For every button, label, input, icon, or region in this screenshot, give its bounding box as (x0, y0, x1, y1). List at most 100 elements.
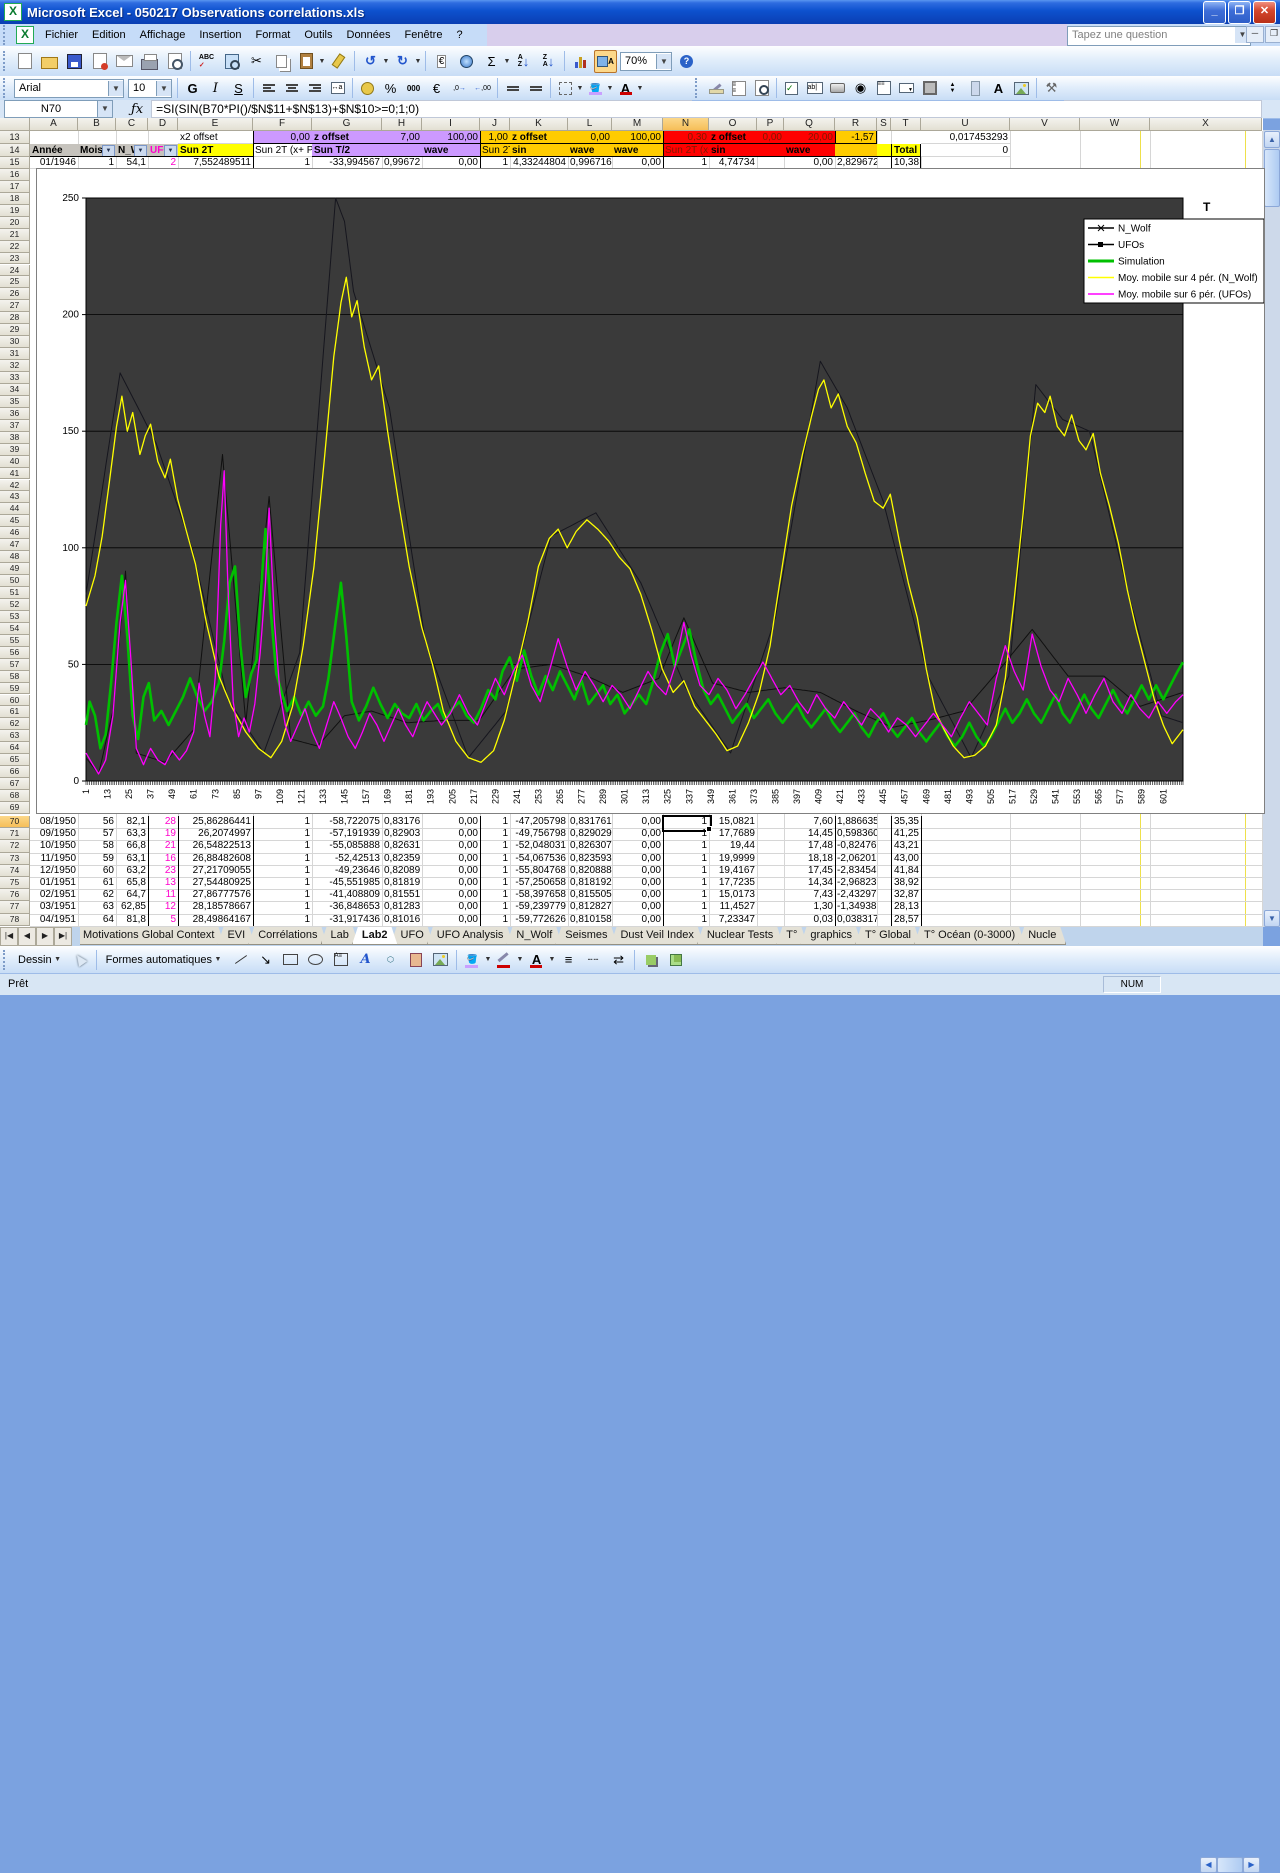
cell-D70[interactable]: 28 (148, 816, 178, 828)
borders-dropdown-icon[interactable]: ▼ (576, 85, 584, 92)
row-header-63[interactable]: 63 (0, 730, 30, 742)
cell-H76[interactable]: 0,81551 (382, 889, 422, 901)
cell-S14[interactable] (877, 144, 891, 157)
permission-icon[interactable] (88, 50, 111, 73)
formula-input[interactable]: =SI(SIN(B70*PI()/$N$11+$N$13)+$N$10>=0;1… (151, 100, 1262, 118)
sheet-tab-ufo[interactable]: UFO (391, 927, 434, 945)
cell-R70[interactable]: 1,88663501 (835, 816, 877, 828)
cell-L13[interactable]: 0,00 (568, 131, 612, 144)
row-header-58[interactable]: 58 (0, 671, 30, 683)
title-bar[interactable]: X Microsoft Excel - 050217 Observations … (0, 0, 1280, 24)
drawing-icon[interactable]: A (594, 50, 617, 73)
copy-icon[interactable] (270, 50, 293, 73)
borders-icon[interactable] (555, 78, 576, 98)
cell-J71[interactable]: 1 (480, 828, 510, 840)
cell-S75[interactable] (877, 877, 891, 889)
cell-O78[interactable]: 7,23347 (709, 914, 757, 926)
cell-N76[interactable]: 1 (663, 889, 709, 901)
cell-A73[interactable]: 11/1950 (30, 853, 78, 865)
cell-C71[interactable]: 63,3 (116, 828, 148, 840)
label-control-icon[interactable]: A (988, 78, 1009, 98)
command-button-icon[interactable] (827, 78, 848, 98)
cell-E14[interactable]: Sun 2T (178, 144, 253, 157)
cell-I78[interactable]: 0,00 (422, 914, 480, 926)
cell-H77[interactable]: 0,81283 (382, 901, 422, 913)
row-header-23[interactable]: 23 (0, 253, 30, 265)
row-header-51[interactable]: 51 (0, 587, 30, 599)
cell-D74[interactable]: 23 (148, 865, 178, 877)
column-header-A[interactable]: A (30, 118, 78, 131)
row-header-64[interactable]: 64 (0, 742, 30, 754)
cell-O72[interactable]: 19,44 (709, 840, 757, 852)
row-header-61[interactable]: 61 (0, 706, 30, 718)
cell-F76[interactable]: 1 (253, 889, 312, 901)
checkbox-icon[interactable]: ✓ (781, 78, 802, 98)
cell-L74[interactable]: 0,820888 (568, 865, 612, 877)
cell-T75[interactable]: 38,92 (891, 877, 921, 889)
column-header-H[interactable]: H (382, 118, 422, 131)
row-header-60[interactable]: 60 (0, 695, 30, 707)
sheet-tab-seismes[interactable]: Seismes (555, 927, 617, 945)
cell-E72[interactable]: 26,54822513 (178, 840, 253, 852)
cell-N73[interactable]: 1 (663, 853, 709, 865)
cell-J73[interactable]: 1 (480, 853, 510, 865)
drawing-toolbar-grip[interactable] (3, 950, 9, 970)
menu-item-donnes[interactable]: Données (340, 26, 398, 44)
cell-I14[interactable]: wave (422, 144, 480, 157)
menu-grip[interactable] (3, 25, 9, 45)
cell-F74[interactable]: 1 (253, 865, 312, 877)
paste-dropdown-icon[interactable]: ▼ (318, 58, 326, 65)
cell-R72[interactable]: -0,8247675 (835, 840, 877, 852)
cell-H14[interactable] (382, 144, 422, 157)
workbook-icon[interactable]: X (16, 26, 34, 44)
cell-O77[interactable]: 11,4527 (709, 901, 757, 913)
cell-T71[interactable]: 41,25 (891, 828, 921, 840)
cell-B77[interactable]: 63 (78, 901, 116, 913)
close-button[interactable]: ✕ (1253, 1, 1276, 24)
underline-icon[interactable]: S (228, 78, 249, 98)
cell-Q73[interactable]: 18,18 (784, 853, 835, 865)
cell-E76[interactable]: 27,86777576 (178, 889, 253, 901)
cell-K76[interactable]: -58,397658 (510, 889, 568, 901)
sheet-tab-nuclear-tests[interactable]: Nuclear Tests (697, 927, 783, 945)
formes-automatiques-menu[interactable]: Formes automatiques▼ (100, 952, 228, 968)
insert-function-icon[interactable]: ƒx (131, 102, 143, 117)
row-header-31[interactable]: 31 (0, 348, 30, 360)
row-header-67[interactable]: 67 (0, 778, 30, 790)
cell-D77[interactable]: 12 (148, 901, 178, 913)
redo-icon[interactable]: ↻ (391, 50, 414, 73)
cell-E78[interactable]: 28,49864167 (178, 914, 253, 926)
cell-H71[interactable]: 0,82903 (382, 828, 422, 840)
cell-P75[interactable] (757, 877, 784, 889)
cell-A75[interactable]: 01/1951 (30, 877, 78, 889)
menu-item-insertion[interactable]: Insertion (192, 26, 248, 44)
undo-icon[interactable]: ↺ (359, 50, 382, 73)
line-color-dropdown-icon[interactable]: ▼ (516, 956, 524, 963)
column-header-V[interactable]: V (1010, 118, 1080, 131)
fill-color-dropdown-icon[interactable]: ▼ (606, 85, 614, 92)
cell-N14[interactable]: Sun 2T (x+P (663, 144, 709, 157)
sheet-tab-nucle[interactable]: Nucle (1018, 927, 1066, 945)
font-size-dropdown-icon[interactable]: ▼ (156, 81, 171, 96)
sheet-tab-dust-veil-index[interactable]: Dust Veil Index (610, 927, 703, 945)
shadow-style-icon[interactable] (639, 948, 662, 971)
menu-item-affichage[interactable]: Affichage (133, 26, 193, 44)
picture-icon[interactable] (429, 948, 452, 971)
cell-J77[interactable]: 1 (480, 901, 510, 913)
insert-hyperlink-icon[interactable] (455, 50, 478, 73)
cell-P74[interactable] (757, 865, 784, 877)
cell-H13[interactable]: 7,00 (382, 131, 422, 144)
cell-D72[interactable]: 21 (148, 840, 178, 852)
cell-G76[interactable]: -41,408809 (312, 889, 382, 901)
row-header-14[interactable]: 14 (0, 144, 30, 157)
cell-Q14[interactable]: wave (784, 144, 835, 157)
column-header-I[interactable]: I (422, 118, 480, 131)
view-code-icon[interactable] (751, 78, 772, 98)
column-header-S[interactable]: S (877, 118, 891, 131)
column-header-T[interactable]: T (891, 118, 921, 131)
cell-F14[interactable]: Sun 2T (x+ PI/2 (253, 144, 312, 157)
restore-button[interactable]: ❐ (1228, 1, 1251, 24)
cell-H75[interactable]: 0,81819 (382, 877, 422, 889)
cell-S72[interactable] (877, 840, 891, 852)
increase-decimal-icon[interactable]: ,0→ (449, 78, 470, 98)
